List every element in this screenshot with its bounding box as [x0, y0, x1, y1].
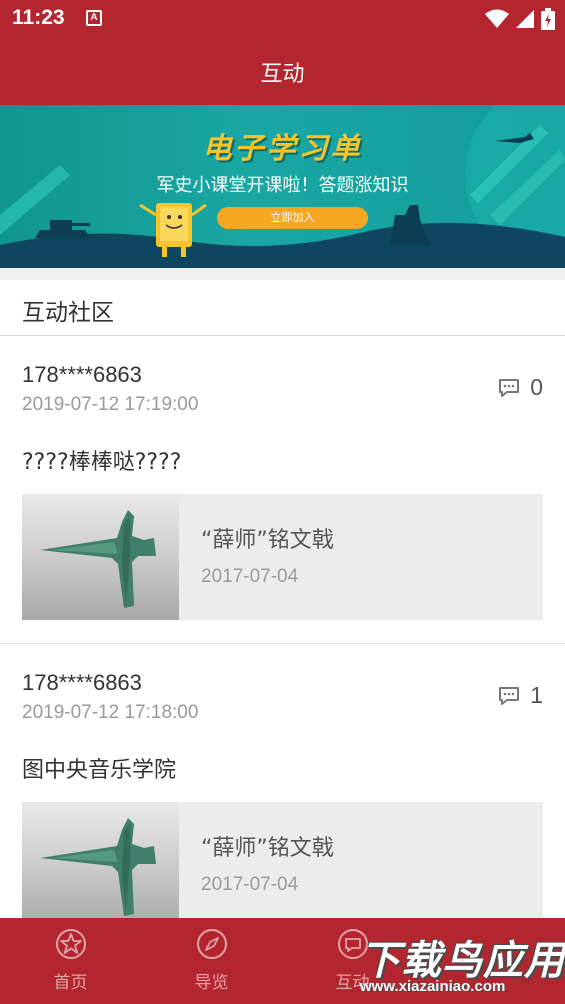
star-icon [56, 929, 86, 959]
comment-button[interactable]: 0 [498, 374, 543, 401]
tab-guide[interactable]: 导览 [141, 918, 282, 1004]
artifact-card[interactable]: “薛师”铭文戟 2017-07-04 [22, 494, 543, 620]
comment-icon [499, 686, 520, 705]
tab-home[interactable]: 首页 [0, 918, 141, 1004]
comment-count: 0 [530, 374, 543, 400]
post-timestamp: 2019-07-12 17:18:00 [22, 702, 199, 723]
artifact-date: 2017-07-04 [201, 566, 299, 587]
halberd-image [40, 818, 156, 916]
wifi-icon [485, 9, 509, 28]
artifact-date: 2017-07-04 [201, 874, 299, 895]
post-username: 178****6863 [22, 362, 142, 387]
join-now-button[interactable]: 立即加入 [217, 207, 368, 229]
status-bar: 11:23 A [0, 0, 565, 38]
page-title: 互动 [260, 62, 305, 87]
status-time: 11:23 [12, 6, 65, 29]
banner-subtitle: 军史小课堂开课啦！答题涨知识 [156, 175, 409, 196]
post-timestamp: 2019-07-12 17:19:00 [22, 394, 199, 415]
post-item[interactable]: 178****6863 2019-07-12 17:19:00 0 ????棒棒… [0, 336, 565, 644]
artifact-thumbnail [22, 494, 179, 620]
artifact-thumbnail [22, 802, 179, 918]
battery-icon [541, 8, 555, 30]
artifact-title: “薛师”铭文戟 [201, 528, 334, 553]
halberd-image [40, 510, 156, 608]
artifact-title: “薛师”铭文戟 [201, 836, 334, 861]
site-watermark: 下载鸟应用 www.xiazainiao.com [338, 924, 565, 1004]
tab-label: 首页 [53, 973, 88, 993]
compass-icon [197, 929, 227, 959]
post-feed[interactable]: 178****6863 2019-07-12 17:19:00 0 ????棒棒… [0, 336, 565, 918]
status-icons [485, 7, 555, 31]
comment-count: 1 [530, 682, 543, 708]
tab-label: 导览 [194, 973, 229, 993]
post-username: 178****6863 [22, 670, 142, 695]
section-title: 互动社区 [22, 300, 114, 326]
watermark-url: www.xiazainiao.com [360, 978, 506, 995]
promo-banner[interactable]: 电子学习单 军史小课堂开课啦！答题涨知识 立即加入 [0, 105, 565, 268]
community-section-header: 互动社区 [0, 280, 565, 336]
banner-title: 电子学习单 [202, 131, 363, 165]
artifact-card[interactable]: “薛师”铭文戟 2017-07-04 [22, 802, 543, 918]
app-bar: 互动 [0, 38, 565, 105]
comment-icon [499, 378, 520, 397]
post-text: ????棒棒哒???? [22, 450, 182, 475]
cellular-signal-icon [516, 10, 534, 28]
app-notification-icon: A [86, 10, 102, 26]
post-item[interactable]: 178****6863 2019-07-12 17:18:00 1 图中央音乐学… [0, 644, 565, 918]
post-text: 图中央音乐学院 [22, 758, 177, 783]
comment-button[interactable]: 1 [498, 682, 543, 709]
